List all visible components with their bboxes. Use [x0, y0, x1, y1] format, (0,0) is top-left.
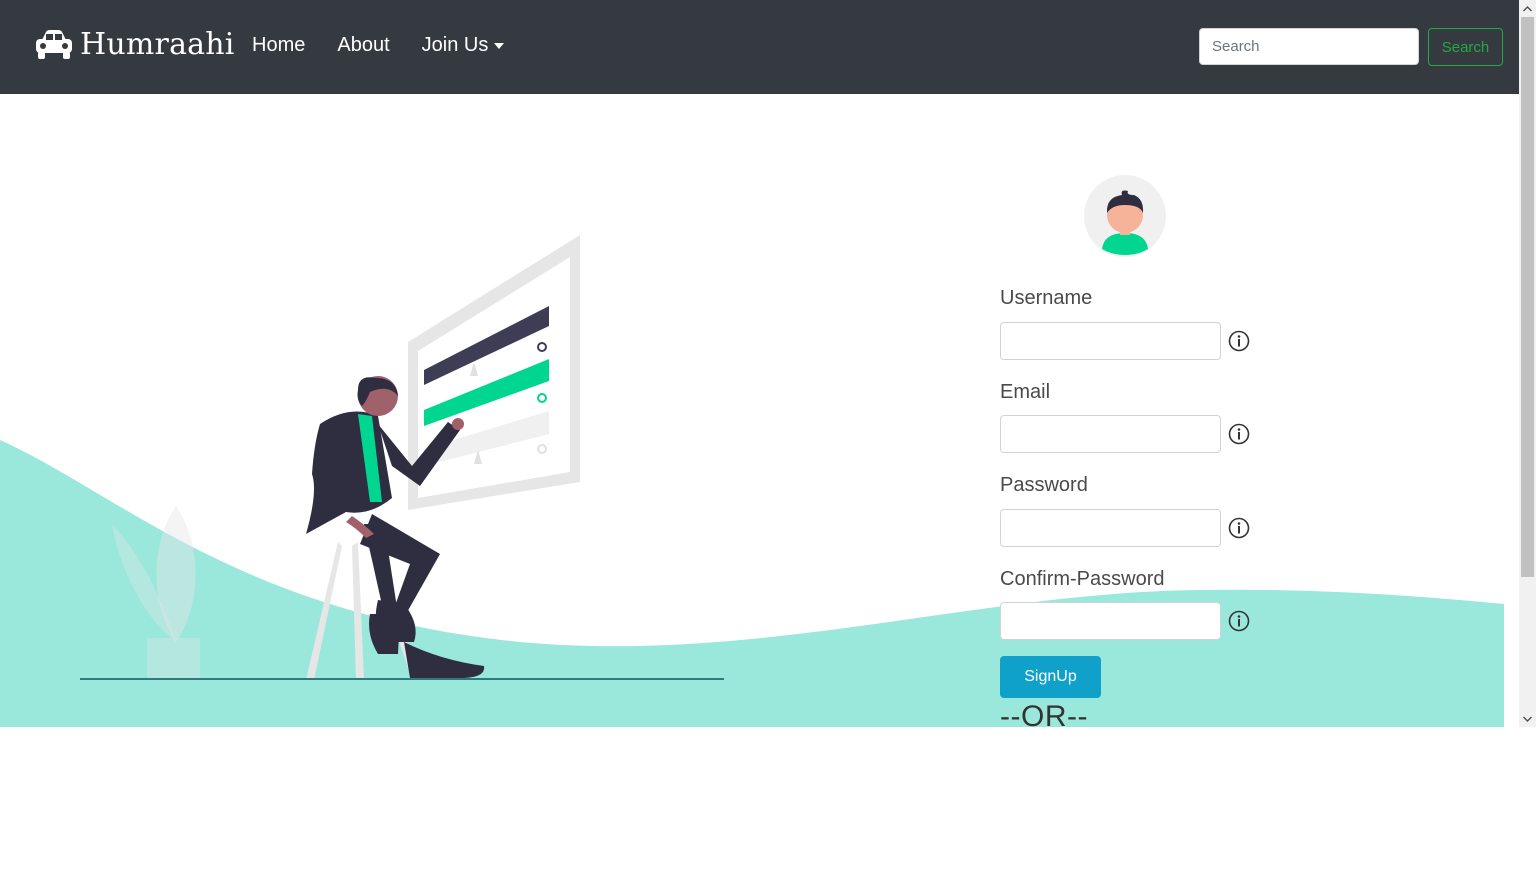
nav-home[interactable]: Home — [252, 34, 305, 57]
scroll-thumb[interactable] — [1521, 17, 1534, 577]
vertical-scrollbar[interactable] — [1519, 0, 1536, 727]
username-label: Username — [1000, 287, 1093, 309]
search-button[interactable]: Search — [1428, 28, 1503, 66]
signup-button[interactable]: SignUp — [1000, 656, 1101, 698]
confirm-password-input[interactable] — [1000, 602, 1221, 640]
password-label: Password — [1000, 474, 1088, 496]
navbar: Humraahi Home About Join Us Search — [0, 0, 1519, 94]
nav-join-us-label: Join Us — [421, 34, 489, 56]
scroll-down-arrow-icon[interactable] — [1519, 710, 1536, 727]
brand-name: Humraahi — [80, 26, 235, 62]
brand-link[interactable]: Humraahi — [34, 24, 235, 64]
scroll-up-arrow-icon[interactable] — [1519, 0, 1536, 17]
user-avatar-icon — [1084, 175, 1166, 257]
email-input[interactable] — [1000, 415, 1221, 453]
username-input[interactable] — [1000, 322, 1221, 360]
signup-form: Username Email Password Confirm-Password — [1000, 94, 1300, 727]
password-info-icon[interactable] — [1228, 517, 1250, 539]
password-input[interactable] — [1000, 509, 1221, 547]
nav-about[interactable]: About — [337, 34, 389, 57]
plant-pot — [147, 638, 200, 680]
email-info-icon[interactable] — [1228, 423, 1250, 445]
car-icon — [36, 30, 72, 59]
email-label: Email — [1000, 381, 1051, 403]
or-divider-text: --OR-- — [1000, 700, 1088, 727]
nav-join-us-dropdown[interactable]: Join Us — [422, 34, 505, 57]
page-viewport: Humraahi Home About Join Us Search Searc… — [0, 0, 1519, 727]
search-input[interactable] — [1199, 28, 1419, 65]
caret-down-icon — [494, 42, 505, 49]
username-info-icon[interactable] — [1228, 330, 1250, 352]
confirm-password-info-icon[interactable] — [1228, 610, 1250, 632]
nav-links: Home About Join Us — [252, 34, 536, 57]
confirm-password-label: Confirm-Password — [1000, 568, 1165, 590]
